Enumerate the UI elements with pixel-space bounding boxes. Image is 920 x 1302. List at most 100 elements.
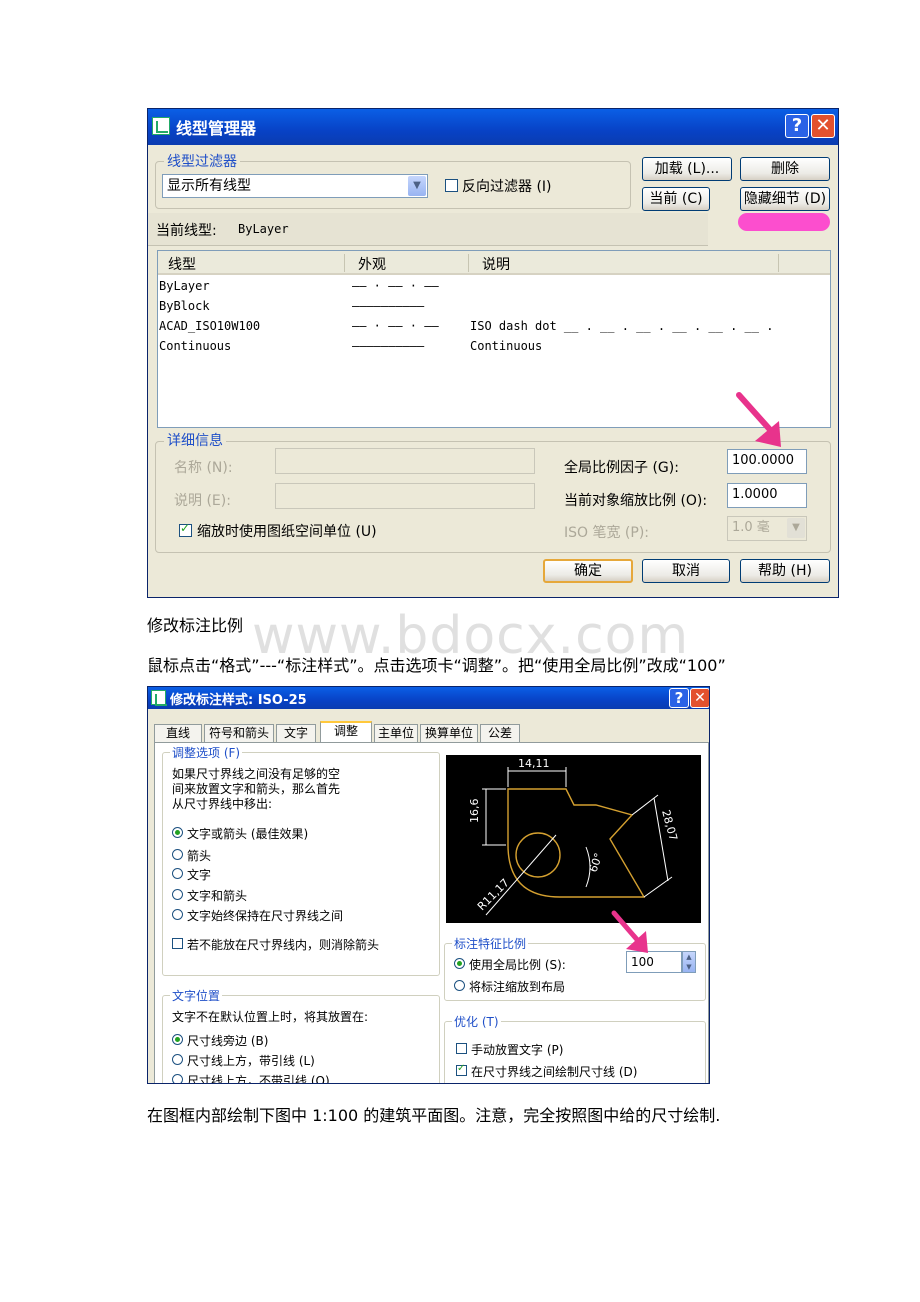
hide-details-button[interactable]: 隐藏细节 (D) [740, 187, 830, 211]
tab-tolerances[interactable]: 公差 [480, 724, 520, 742]
list-item[interactable]: ByLayer —— · —— · —— [158, 277, 830, 297]
autocad-app-icon [151, 690, 167, 706]
help-button[interactable]: ? [785, 114, 809, 138]
autocad-app-icon [152, 117, 170, 135]
iso-pen-dropdown: 1.0 毫 ▼ [727, 516, 807, 541]
spinner-arrows-icon[interactable]: ▲ ▼ [682, 951, 696, 973]
help-button-bottom[interactable]: 帮助 (H) [740, 559, 830, 583]
text-placement-label: 文字位置 [170, 987, 223, 1004]
text-placement-radio[interactable] [172, 1054, 183, 1065]
scale-to-layout-label: 将标注缩放到布局 [469, 980, 566, 994]
dimension-preview: 14,11 16,6 28,07 60° R11,17 [446, 755, 701, 923]
preview-label: 60° [587, 851, 606, 874]
footer-text: 在图框内部绘制下图中 1:100 的建筑平面图。注意，完全按照图中给的尺寸绘制. [147, 1106, 721, 1125]
fit-option-radio[interactable] [172, 868, 183, 879]
paper-space-checkbox[interactable] [179, 521, 192, 537]
manual-text-checkbox[interactable] [456, 1043, 467, 1054]
manual-text-label: 手动放置文字 (P) [471, 1043, 564, 1057]
fine-tuning-label: 优化 (T) [452, 1013, 501, 1030]
pink-arrow-icon [611, 910, 648, 953]
load-button[interactable]: 加载 (L)... [642, 157, 732, 181]
invert-filter-checkbox[interactable] [445, 179, 458, 192]
fit-option-label: 文字 [187, 868, 212, 882]
fit-option-radio[interactable] [172, 827, 183, 838]
preview-label: 28,07 [659, 808, 680, 842]
filter-value: 显示所有线型 [167, 178, 251, 194]
fit-option-radio[interactable] [172, 849, 183, 860]
scale-to-layout-radio[interactable] [454, 980, 465, 991]
current-linetype-label: 当前线型: [156, 223, 217, 239]
delete-button[interactable]: 删除 [740, 157, 830, 181]
fit-description-line: 从尺寸界线中移出: [172, 797, 273, 811]
text-placement-radio[interactable] [172, 1034, 183, 1045]
filter-group-label: 线型过滤器 [164, 151, 240, 171]
preview-label: 14,11 [518, 757, 550, 770]
close-button[interactable]: ✕ [811, 114, 835, 138]
suppress-arrows-label: 若不能放在尺寸界线内，则消除箭头 [187, 938, 380, 952]
instruction-text: 鼠标点击“格式”---“标注样式”。点击选项卡“调整”。把“使用全局比例”改成“… [147, 656, 726, 675]
current-linetype-bar [148, 213, 708, 246]
list-item[interactable]: ACAD_ISO10W100 —— · —— · —— ISO dash dot… [158, 317, 830, 337]
linetype-manager-dialog: 线型管理器 ? ✕ 线型过滤器 显示所有线型 ▼ 反向过滤器 (I) 加载 (L… [147, 108, 839, 598]
suppress-arrows-checkbox[interactable] [172, 938, 183, 949]
iso-pen-label: ISO 笔宽 (P): [564, 525, 650, 541]
current-button[interactable]: 当前 (C) [642, 187, 710, 211]
draw-dim-line-label: 在尺寸界线之间绘制尺寸线 (D) [471, 1065, 638, 1079]
list-item[interactable]: ByBlock —————————— [158, 297, 830, 317]
cancel-button[interactable]: 取消 [642, 559, 730, 583]
tab-symbols-arrows[interactable]: 符号和箭头 [204, 724, 274, 742]
fit-options-label: 调整选项 (F) [170, 744, 243, 761]
col-linetype[interactable]: 线型 [168, 254, 196, 274]
dimension-style-dialog: 修改标注样式: ISO-25 ? ✕ 直线 符号和箭头 文字 调整 主单位 换算… [147, 686, 710, 1084]
object-scale-label: 当前对象缩放比例 (O): [564, 493, 708, 509]
fit-option-radio[interactable] [172, 889, 183, 900]
current-linetype-value: ByLayer [238, 222, 289, 236]
tab-fit[interactable]: 调整 [320, 721, 372, 743]
draw-dim-line-checkbox[interactable] [456, 1063, 467, 1076]
object-scale-input[interactable]: 1.0000 [727, 483, 807, 508]
ok-button[interactable]: 确定 [543, 559, 633, 583]
highlight-mark [738, 213, 830, 231]
help-button[interactable]: ? [669, 688, 689, 708]
heading-text: 修改标注比例 [147, 616, 244, 635]
list-item[interactable]: Continuous —————————— Continuous [158, 337, 830, 357]
details-group-label: 详细信息 [164, 430, 226, 450]
description-label: 说明 (E): [174, 493, 231, 509]
tab-text[interactable]: 文字 [276, 724, 316, 742]
paper-space-label: 缩放时使用图纸空间单位 (U) [197, 524, 377, 540]
linetype-list[interactable]: 线型 外观 说明 ByLayer —— · —— · —— ByBlock ——… [157, 250, 831, 428]
text-placement-option: 尺寸线上方，带引线 (L) [187, 1054, 315, 1068]
fit-option-label: 箭头 [187, 849, 212, 863]
dimension-scale-label: 标注特征比例 [452, 935, 529, 952]
col-appearance[interactable]: 外观 [358, 254, 386, 274]
dialog-title: 线型管理器 [176, 119, 257, 138]
text-placement-description: 文字不在默认位置上时，将其放置在: [172, 1010, 369, 1024]
name-label: 名称 (N): [174, 460, 233, 476]
title-bar: 线型管理器 ? ✕ [148, 109, 838, 145]
fit-option-radio[interactable] [172, 909, 183, 920]
dialog-title: 修改标注样式: ISO-25 [170, 693, 307, 708]
tab-primary-units[interactable]: 主单位 [374, 724, 418, 742]
use-global-scale-radio[interactable] [454, 958, 465, 969]
fit-option-label: 文字和箭头 [187, 889, 248, 903]
text-placement-radio[interactable] [172, 1074, 183, 1083]
pink-arrow-icon [736, 392, 781, 447]
use-global-scale-label: 使用全局比例 (S): [469, 958, 566, 972]
title-bar: 修改标注样式: ISO-25 ? ✕ [148, 687, 709, 709]
preview-label: 16,6 [468, 799, 481, 824]
chevron-down-icon[interactable]: ▼ [408, 176, 426, 196]
close-button[interactable]: ✕ [690, 688, 709, 708]
col-description[interactable]: 说明 [482, 254, 510, 274]
fit-option-label: 文字或箭头 (最佳效果) [187, 827, 309, 841]
tab-lines[interactable]: 直线 [154, 724, 202, 742]
chevron-down-icon: ▼ [787, 518, 805, 538]
list-header: 线型 外观 说明 [158, 251, 830, 275]
text-placement-option: 尺寸线上方，不带引线 (O) [187, 1074, 330, 1084]
filter-dropdown[interactable]: 显示所有线型 ▼ [162, 174, 428, 198]
global-scale-label: 全局比例因子 (G): [564, 460, 679, 476]
fit-option-label: 文字始终保持在尺寸界线之间 [187, 909, 344, 923]
tab-alternate-units[interactable]: 换算单位 [420, 724, 478, 742]
text-placement-option: 尺寸线旁边 (B) [187, 1034, 269, 1048]
preview-label: R11,17 [475, 876, 512, 913]
name-field [275, 448, 535, 474]
